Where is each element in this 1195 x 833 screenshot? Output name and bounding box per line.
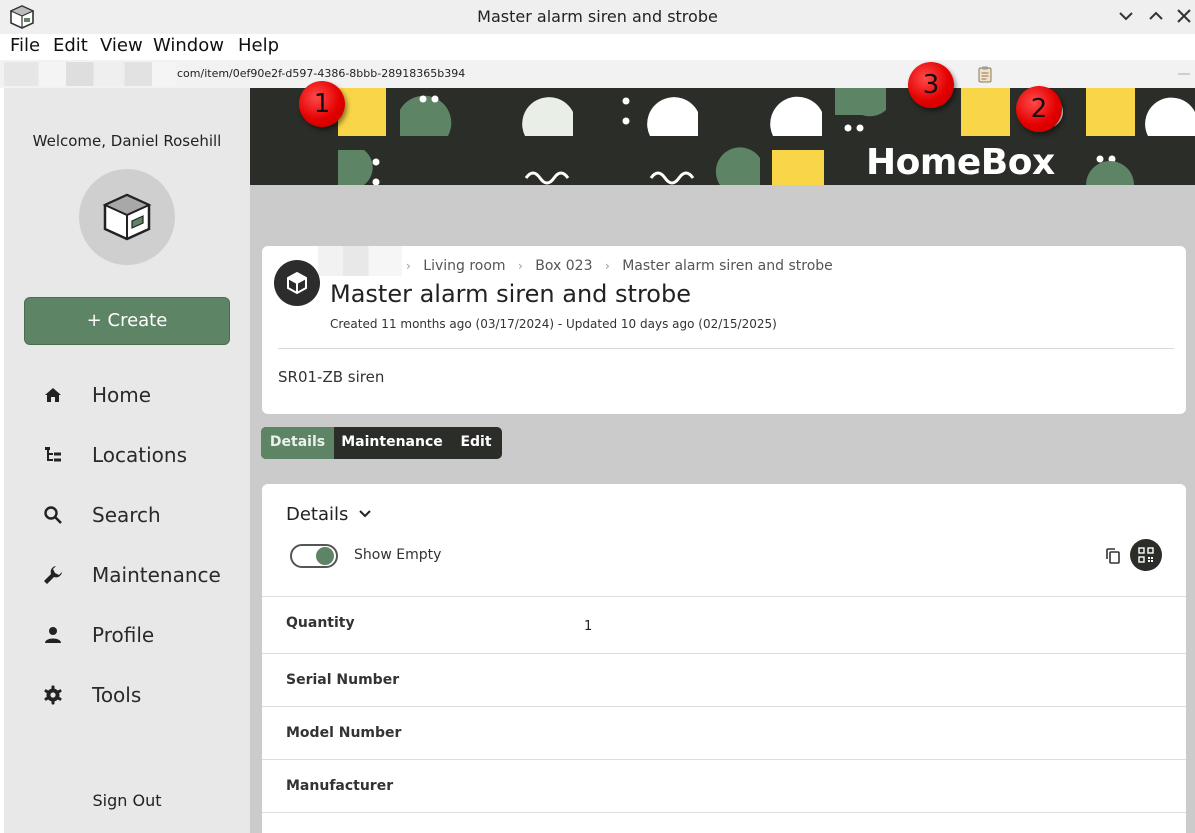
detail-key: Manufacturer: [286, 778, 394, 794]
nav-profile[interactable]: Profile: [34, 615, 234, 655]
person-icon: [45, 627, 61, 643]
nav-label: Search: [92, 503, 161, 527]
welcome-text: Welcome, Daniel Rosehill: [32, 132, 222, 150]
redacted-url-prefix: [4, 62, 176, 86]
nav-label: Home: [92, 383, 152, 407]
show-empty-toggle[interactable]: [290, 544, 338, 568]
homebox-brand: HomeBox: [866, 142, 1055, 183]
nav-tools[interactable]: Tools: [34, 675, 234, 715]
annotation-marker-2: 2: [1016, 86, 1062, 132]
nav-maintenance[interactable]: Maintenance: [34, 555, 234, 595]
chevron-right-icon: ›: [406, 259, 411, 273]
clipboard-icon[interactable]: [976, 65, 994, 83]
detail-key: Quantity: [286, 615, 355, 631]
item-avatar: [274, 260, 320, 306]
nav-label: Tools: [92, 683, 142, 707]
detail-value: 1: [584, 619, 593, 634]
item-header-card: › Living room › Box 023 › Master alarm s…: [262, 246, 1186, 414]
maximize-icon[interactable]: [1144, 4, 1168, 28]
nav-label: Maintenance: [92, 563, 221, 587]
detail-row-manufacturer: Manufacturer: [262, 759, 1186, 812]
redacted-breadcrumb: [318, 246, 402, 276]
chevron-right-icon: ›: [604, 259, 610, 273]
menu-help[interactable]: Help: [238, 35, 279, 56]
home-icon: [45, 388, 61, 402]
breadcrumb-living-room[interactable]: Living room: [423, 258, 505, 274]
box-logo-icon: [102, 193, 152, 241]
sign-out-link[interactable]: Sign Out: [4, 791, 250, 810]
item-description: SR01-ZB siren: [278, 368, 385, 386]
details-card: Details Show Empty Quantity 1 Serial Num…: [262, 484, 1186, 833]
create-button[interactable]: + Create: [24, 297, 230, 345]
minimize-icon[interactable]: [1114, 4, 1138, 28]
menu-file[interactable]: File: [10, 35, 40, 56]
menu-window[interactable]: Window: [153, 35, 224, 56]
sidebar: Welcome, Daniel Rosehill + Create Home L…: [4, 88, 250, 833]
toggle-knob: [316, 547, 334, 565]
show-empty-label: Show Empty: [354, 547, 442, 563]
nav-home[interactable]: Home: [34, 375, 234, 415]
page-title: Master alarm siren and strobe: [330, 280, 691, 308]
details-heading[interactable]: Details: [286, 504, 348, 525]
cube-icon: [287, 271, 307, 295]
item-dates: Created 11 months ago (03/17/2024) - Upd…: [330, 317, 777, 331]
wrench-icon: [44, 566, 62, 584]
item-tabs: Details Maintenance Edit: [261, 427, 502, 459]
close-icon[interactable]: [1172, 4, 1195, 28]
menu-edit[interactable]: Edit: [53, 35, 88, 56]
url-text[interactable]: com/item/0ef90e2f-d597-4386-8bbb-2891836…: [177, 67, 465, 80]
nav-locations[interactable]: Locations: [34, 435, 234, 475]
detail-key: Model Number: [286, 725, 402, 741]
chevron-down-icon[interactable]: [358, 509, 372, 519]
breadcrumb: › Living room › Box 023 › Master alarm s…: [398, 258, 833, 274]
avatar: [79, 169, 175, 265]
chevron-right-icon: ›: [518, 259, 523, 273]
menu-bar: File Edit View Window Help: [0, 34, 1195, 60]
title-bar: Master alarm siren and strobe: [0, 0, 1195, 34]
gear-icon: [44, 685, 62, 705]
menu-view[interactable]: View: [100, 35, 143, 56]
nav-search[interactable]: Search: [34, 495, 234, 535]
annotation-marker-3: 3: [908, 62, 954, 108]
tab-maintenance[interactable]: Maintenance: [334, 427, 450, 459]
divider: [278, 348, 1174, 349]
detail-row-model-number: Model Number: [262, 706, 1186, 759]
detail-row-serial-number: Serial Number: [262, 653, 1186, 706]
qr-code-icon: [1138, 547, 1154, 563]
main-content: HomeBox › Living room › Box 023 › Master…: [250, 88, 1195, 833]
annotation-marker-1: 1: [299, 81, 345, 127]
detail-key: Serial Number: [286, 672, 400, 688]
qr-code-button[interactable]: [1130, 539, 1162, 571]
plus-icon: +: [86, 310, 102, 331]
search-icon: [44, 506, 62, 524]
breadcrumb-box[interactable]: Box 023: [535, 258, 592, 274]
breadcrumb-current: Master alarm siren and strobe: [622, 258, 833, 274]
tab-edit[interactable]: Edit: [450, 427, 502, 459]
detail-row-next: [262, 812, 1186, 833]
create-label: Create: [107, 310, 168, 331]
nav-label: Profile: [92, 623, 155, 647]
locations-tree-icon: [45, 447, 61, 462]
overflow-dash: [1178, 73, 1190, 75]
copy-icon[interactable]: [1104, 547, 1122, 565]
nav-label: Locations: [92, 443, 188, 467]
address-bar: com/item/0ef90e2f-d597-4386-8bbb-2891836…: [0, 60, 1195, 144]
tab-details[interactable]: Details: [261, 427, 334, 459]
detail-row-quantity: Quantity 1: [262, 596, 1186, 653]
window-title: Master alarm siren and strobe: [477, 7, 718, 26]
